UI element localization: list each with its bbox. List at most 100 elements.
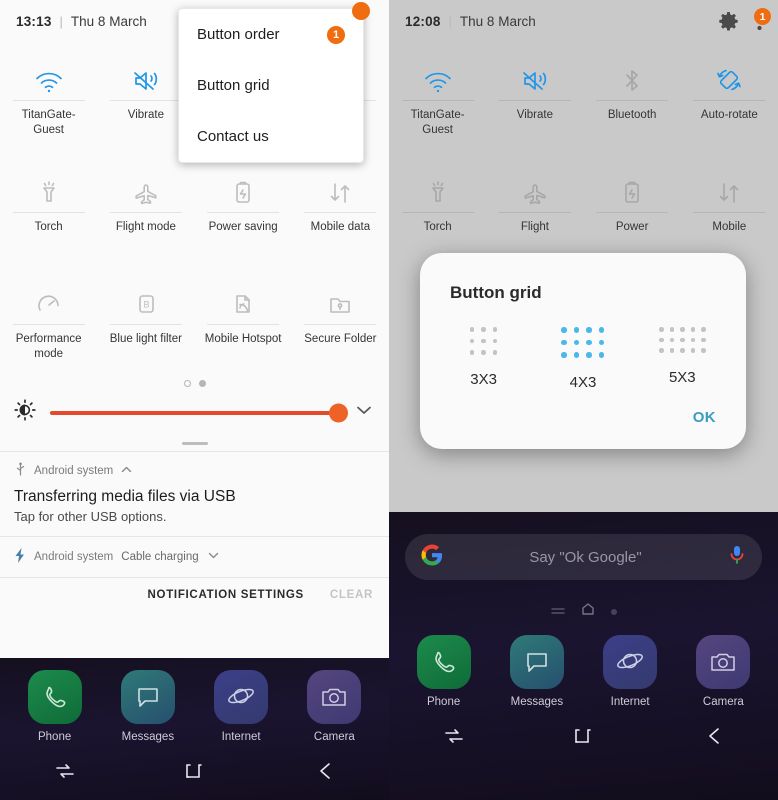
clear-button[interactable]: CLEAR	[330, 589, 373, 601]
quick-tile-auto-rotate[interactable]: Auto-rotate	[681, 42, 778, 138]
quick-tile-row-3-left: Performance mode B Blue light filter Mob…	[0, 266, 389, 362]
brightness-slider-knob[interactable]	[329, 403, 348, 422]
home-square-icon[interactable]	[553, 725, 613, 747]
menu-item-button-grid[interactable]: Button grid	[179, 60, 363, 111]
ok-button[interactable]: OK	[693, 409, 716, 426]
google-g-icon	[421, 544, 443, 571]
dock-app-internet[interactable]: Internet	[590, 635, 670, 708]
dock-app-messages[interactable]: Messages	[108, 670, 188, 743]
status-bar-right: 12:08 | Thu 8 March 1	[389, 0, 778, 42]
notification-status: Cable charging	[121, 551, 199, 563]
quick-tile-performance-mode[interactable]: Performance mode	[0, 266, 97, 362]
dock-app-messages[interactable]: Messages	[497, 635, 577, 708]
chevron-down-icon[interactable]	[353, 399, 375, 426]
quick-tile-mobile[interactable]: Mobile	[681, 154, 778, 250]
quick-tile-mobile-data[interactable]: Mobile data	[292, 154, 389, 250]
home-page-dot[interactable]	[610, 608, 617, 615]
chevron-down-icon[interactable]	[207, 549, 220, 565]
dock-app-label: Messages	[121, 731, 175, 743]
dock-right: Phone Messages Internet Camera	[389, 621, 778, 708]
quick-tile-mobile-hotspot[interactable]: Mobile Hotspot	[195, 266, 292, 362]
quick-tile-torch[interactable]: Torch	[389, 154, 486, 250]
quick-tile-torch[interactable]: Torch	[0, 154, 97, 250]
tile-rule	[109, 212, 182, 213]
quick-tile-label: Power	[615, 221, 649, 233]
quick-tile-wifi[interactable]: TitanGate-Guest	[0, 42, 97, 138]
tile-rule	[207, 324, 280, 325]
back-arrow-icon[interactable]	[294, 761, 354, 781]
dock-app-camera[interactable]: Camera	[683, 635, 763, 708]
quick-tile-secure-folder[interactable]: Secure Folder	[292, 266, 389, 362]
apps-list-icon[interactable]	[550, 603, 565, 621]
grid-option-5x3[interactable]: 5X3	[636, 327, 728, 391]
quick-tile-label: Mobile data	[310, 221, 371, 233]
pager-dot-1[interactable]	[183, 380, 191, 387]
hotspot-icon	[231, 274, 255, 318]
quick-tile-flight-mode[interactable]: Flight mode	[97, 154, 194, 250]
menu-item-button-order[interactable]: Button order 1	[179, 9, 363, 60]
panel-grabber[interactable]	[181, 442, 208, 445]
menu-item-badge: 1	[327, 25, 345, 44]
brightness-slider[interactable]	[50, 403, 348, 422]
quick-tile-blue-light-filter[interactable]: B Blue light filter	[97, 266, 194, 362]
notification-charging[interactable]: Android system Cable charging	[0, 537, 389, 577]
airplane-icon	[521, 162, 549, 206]
vibrate-icon	[132, 50, 160, 94]
tile-rule	[693, 212, 766, 213]
home-screen-left: Phone Messages Internet Camera	[0, 658, 389, 800]
tile-rule	[12, 324, 85, 325]
quick-tile-label: Mobile	[712, 221, 747, 233]
menu-item-contact-us[interactable]: Contact us	[179, 111, 363, 162]
notification-footer: NOTIFICATION SETTINGS CLEAR	[0, 578, 389, 613]
quick-tile-label: Vibrate	[516, 109, 553, 121]
chevron-up-icon[interactable]	[120, 463, 133, 479]
quick-tile-flight[interactable]: Flight	[486, 154, 583, 250]
overflow-popup-menu[interactable]: Button order 1 Button grid Contact us	[178, 8, 364, 163]
notification-usb[interactable]: Android system Transferring media files …	[0, 452, 389, 536]
quick-tile-power[interactable]: Power	[584, 154, 681, 250]
home-page-icon[interactable]	[581, 602, 595, 621]
quick-tile-label: Mobile Hotspot	[204, 333, 282, 345]
recents-icon[interactable]	[424, 726, 484, 746]
dialog-title: Button grid	[450, 283, 542, 302]
gear-icon[interactable]	[718, 11, 739, 32]
camera-icon	[307, 670, 362, 724]
dock-app-label: Internet	[610, 696, 650, 708]
quick-tile-power-saving[interactable]: Power saving	[195, 154, 292, 250]
quick-tile-vibrate[interactable]: Vibrate	[486, 42, 583, 138]
data-transfer-icon	[327, 162, 353, 206]
dock-app-phone[interactable]: Phone	[15, 670, 95, 743]
quick-tile-row-1-right: TitanGate-Guest Vibrate Bluetooth Auto-r…	[389, 42, 778, 138]
dot-grid-preview	[561, 327, 605, 358]
quick-tile-label: Auto-rotate	[700, 109, 758, 121]
back-arrow-icon[interactable]	[683, 726, 743, 746]
dot-grid-preview	[659, 327, 706, 353]
quick-settings-pager[interactable]	[0, 374, 389, 389]
quick-tile-bluetooth[interactable]: Bluetooth	[584, 42, 681, 138]
quick-tile-row-2-left: Torch Flight mode Power saving Mobile da…	[0, 154, 389, 250]
quick-tile-wifi[interactable]: TitanGate-Guest	[389, 42, 486, 138]
search-placeholder: Say "Ok Google"	[529, 548, 642, 566]
notification-settings-button[interactable]: NOTIFICATION SETTINGS	[148, 589, 304, 601]
status-date: Thu 8 March	[70, 13, 147, 29]
quick-tile-label: Flight mode	[115, 221, 176, 233]
home-square-icon[interactable]	[164, 760, 224, 782]
microphone-icon[interactable]	[728, 544, 746, 571]
recents-icon[interactable]	[35, 761, 95, 781]
dock-app-phone[interactable]: Phone	[404, 635, 484, 708]
grid-option-3x3[interactable]: 3X3	[438, 327, 530, 391]
grid-option-4x3[interactable]: 4X3	[537, 327, 629, 391]
button-grid-dialog[interactable]: Button grid 3X3 4X3 5X3 OK	[420, 253, 746, 449]
pager-dot-2[interactable]	[198, 380, 206, 387]
dock-app-internet[interactable]: Internet	[201, 670, 281, 743]
notification-subtitle: Tap for other USB options.	[14, 509, 167, 524]
overflow-menu-icon[interactable]: 1	[754, 8, 771, 31]
tile-rule	[12, 100, 85, 101]
status-separator: |	[59, 13, 63, 29]
google-search-bar[interactable]: Say "Ok Google"	[405, 534, 762, 580]
auto-rotate-icon	[714, 50, 744, 94]
dock-app-camera[interactable]: Camera	[294, 670, 374, 743]
brightness-icon	[14, 399, 36, 426]
dock-app-label: Phone	[426, 696, 461, 708]
home-page-indicator[interactable]	[389, 602, 778, 621]
